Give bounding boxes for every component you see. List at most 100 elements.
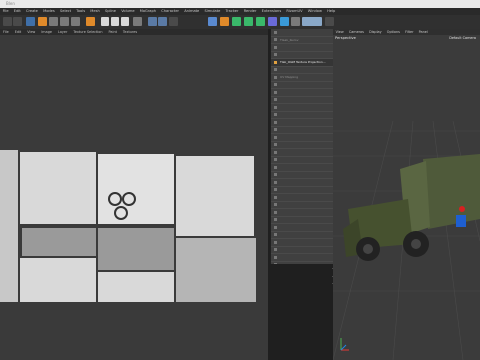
object-row[interactable] [271,104,333,112]
coordinate-system-icon[interactable] [133,17,142,26]
transform-tool-icon[interactable] [71,17,80,26]
object-type-icon [274,218,277,221]
render-picture-viewer-icon[interactable] [158,17,167,26]
axis-z-icon[interactable] [121,17,129,26]
object-row[interactable] [271,44,333,52]
viewport-menu-item-2[interactable]: Display [367,29,385,35]
cube-icon[interactable] [208,17,217,26]
object-row[interactable]: Tlaak_Kuzov [271,37,333,44]
axis-x-icon[interactable] [101,17,109,26]
uv-wheel-island [108,192,122,206]
viewport-camera[interactable]: Default Camera [449,36,476,40]
menu-item-13[interactable]: Tracker [223,8,241,15]
uv-island [0,150,18,302]
light-icon[interactable] [325,17,334,26]
object-row[interactable] [271,209,333,217]
object-row[interactable]: UV Mapping [271,74,333,82]
object-row[interactable] [271,232,333,239]
uv-island [98,272,174,302]
menu-item-8[interactable]: Volume [119,8,138,15]
viewport-menu-item-1[interactable]: Cameras [346,29,366,35]
uv-islands [0,150,260,305]
viewport-menu-item-4[interactable]: Filter [402,29,416,35]
render-settings-icon[interactable] [169,17,178,26]
subdivision-icon[interactable] [232,17,241,26]
viewport-label: Perspective [335,36,356,40]
undo-icon[interactable] [3,17,12,26]
menu-item-12[interactable]: Simulate [202,8,223,15]
object-row[interactable] [271,194,333,202]
menu-item-6[interactable]: Mesh [88,8,103,15]
viewport-menu-item-0[interactable]: View [333,29,346,35]
object-row[interactable] [271,97,333,104]
floor-grid-icon[interactable] [302,17,322,26]
object-row[interactable] [271,157,333,164]
select-tool-icon[interactable] [26,17,35,26]
menu-item-5[interactable]: Tools [74,8,88,15]
perspective-viewport[interactable]: View Cameras Display Options Filter Panel Per… [333,29,480,360]
viewport-menu-item-5[interactable]: Panel [416,29,430,35]
snap-icon[interactable] [86,17,95,26]
object-row[interactable] [271,112,333,119]
object-row[interactable] [271,127,333,134]
menu-item-11[interactable]: Animate [182,8,202,15]
menu-item-18[interactable]: Help [325,8,338,15]
menu-item-16[interactable]: RizomUV [284,8,305,15]
object-row[interactable] [271,202,333,209]
object-row[interactable] [271,119,333,127]
object-row[interactable] [271,52,333,59]
object-type-icon [274,113,277,116]
move-tool-icon[interactable] [38,17,47,26]
object-row[interactable] [271,134,333,142]
object-row[interactable] [271,149,333,157]
menu-item-4[interactable]: Select [57,8,73,15]
menu-item-3[interactable]: Modes [41,8,58,15]
uv-island [98,228,174,270]
object-type-icon [274,195,277,199]
render-view-icon[interactable] [148,17,157,26]
camera-icon[interactable] [291,17,300,26]
menu-item-7[interactable]: Spline [102,8,118,15]
object-type-icon [274,248,277,251]
object-row[interactable] [271,239,333,247]
menu-item-0[interactable]: File [0,8,11,15]
field-icon[interactable] [256,17,265,26]
object-row[interactable] [271,29,333,37]
object-type-icon [274,135,277,139]
menu-item-10[interactable]: Character [159,8,182,15]
uv-wheel-island [114,206,128,220]
axis-y-icon[interactable] [111,17,119,26]
object-row[interactable] [271,187,333,194]
object-row[interactable] [271,254,333,262]
object-row[interactable] [271,217,333,224]
menu-item-15[interactable]: Extensions [259,8,284,15]
deformer-icon[interactable] [268,17,277,26]
window-title: Blen [6,1,15,6]
menu-item-1[interactable]: Edit [11,8,23,15]
object-name: Tlaak_Kuzov [280,37,299,42]
cloner-icon[interactable] [244,17,253,26]
uv-island [20,258,96,302]
viewport-menu-item-3[interactable]: Options [384,29,402,35]
object-row[interactable] [271,67,333,74]
menu-item-17[interactable]: Window [305,8,324,15]
object-type-icon [274,128,277,131]
object-row[interactable] [271,142,333,149]
object-row[interactable] [271,164,333,172]
object-row[interactable] [271,247,333,254]
menu-item-2[interactable]: Create [23,8,40,15]
object-row[interactable] [271,224,333,232]
spline-pen-icon[interactable] [220,17,229,26]
redo-icon[interactable] [13,17,22,26]
object-row[interactable]: Tlak_OGM Texture Projection... [271,59,333,67]
menu-item-14[interactable]: Render [241,8,259,15]
rotate-tool-icon[interactable] [60,17,69,26]
object-row[interactable] [271,89,333,97]
object-row[interactable] [271,172,333,179]
uv-editor-viewport[interactable] [0,35,268,360]
object-row[interactable] [271,179,333,187]
scale-tool-icon[interactable] [49,17,58,26]
menu-item-9[interactable]: MoGraph [137,8,159,15]
object-row[interactable] [271,82,333,89]
scene-icon[interactable] [280,17,289,26]
